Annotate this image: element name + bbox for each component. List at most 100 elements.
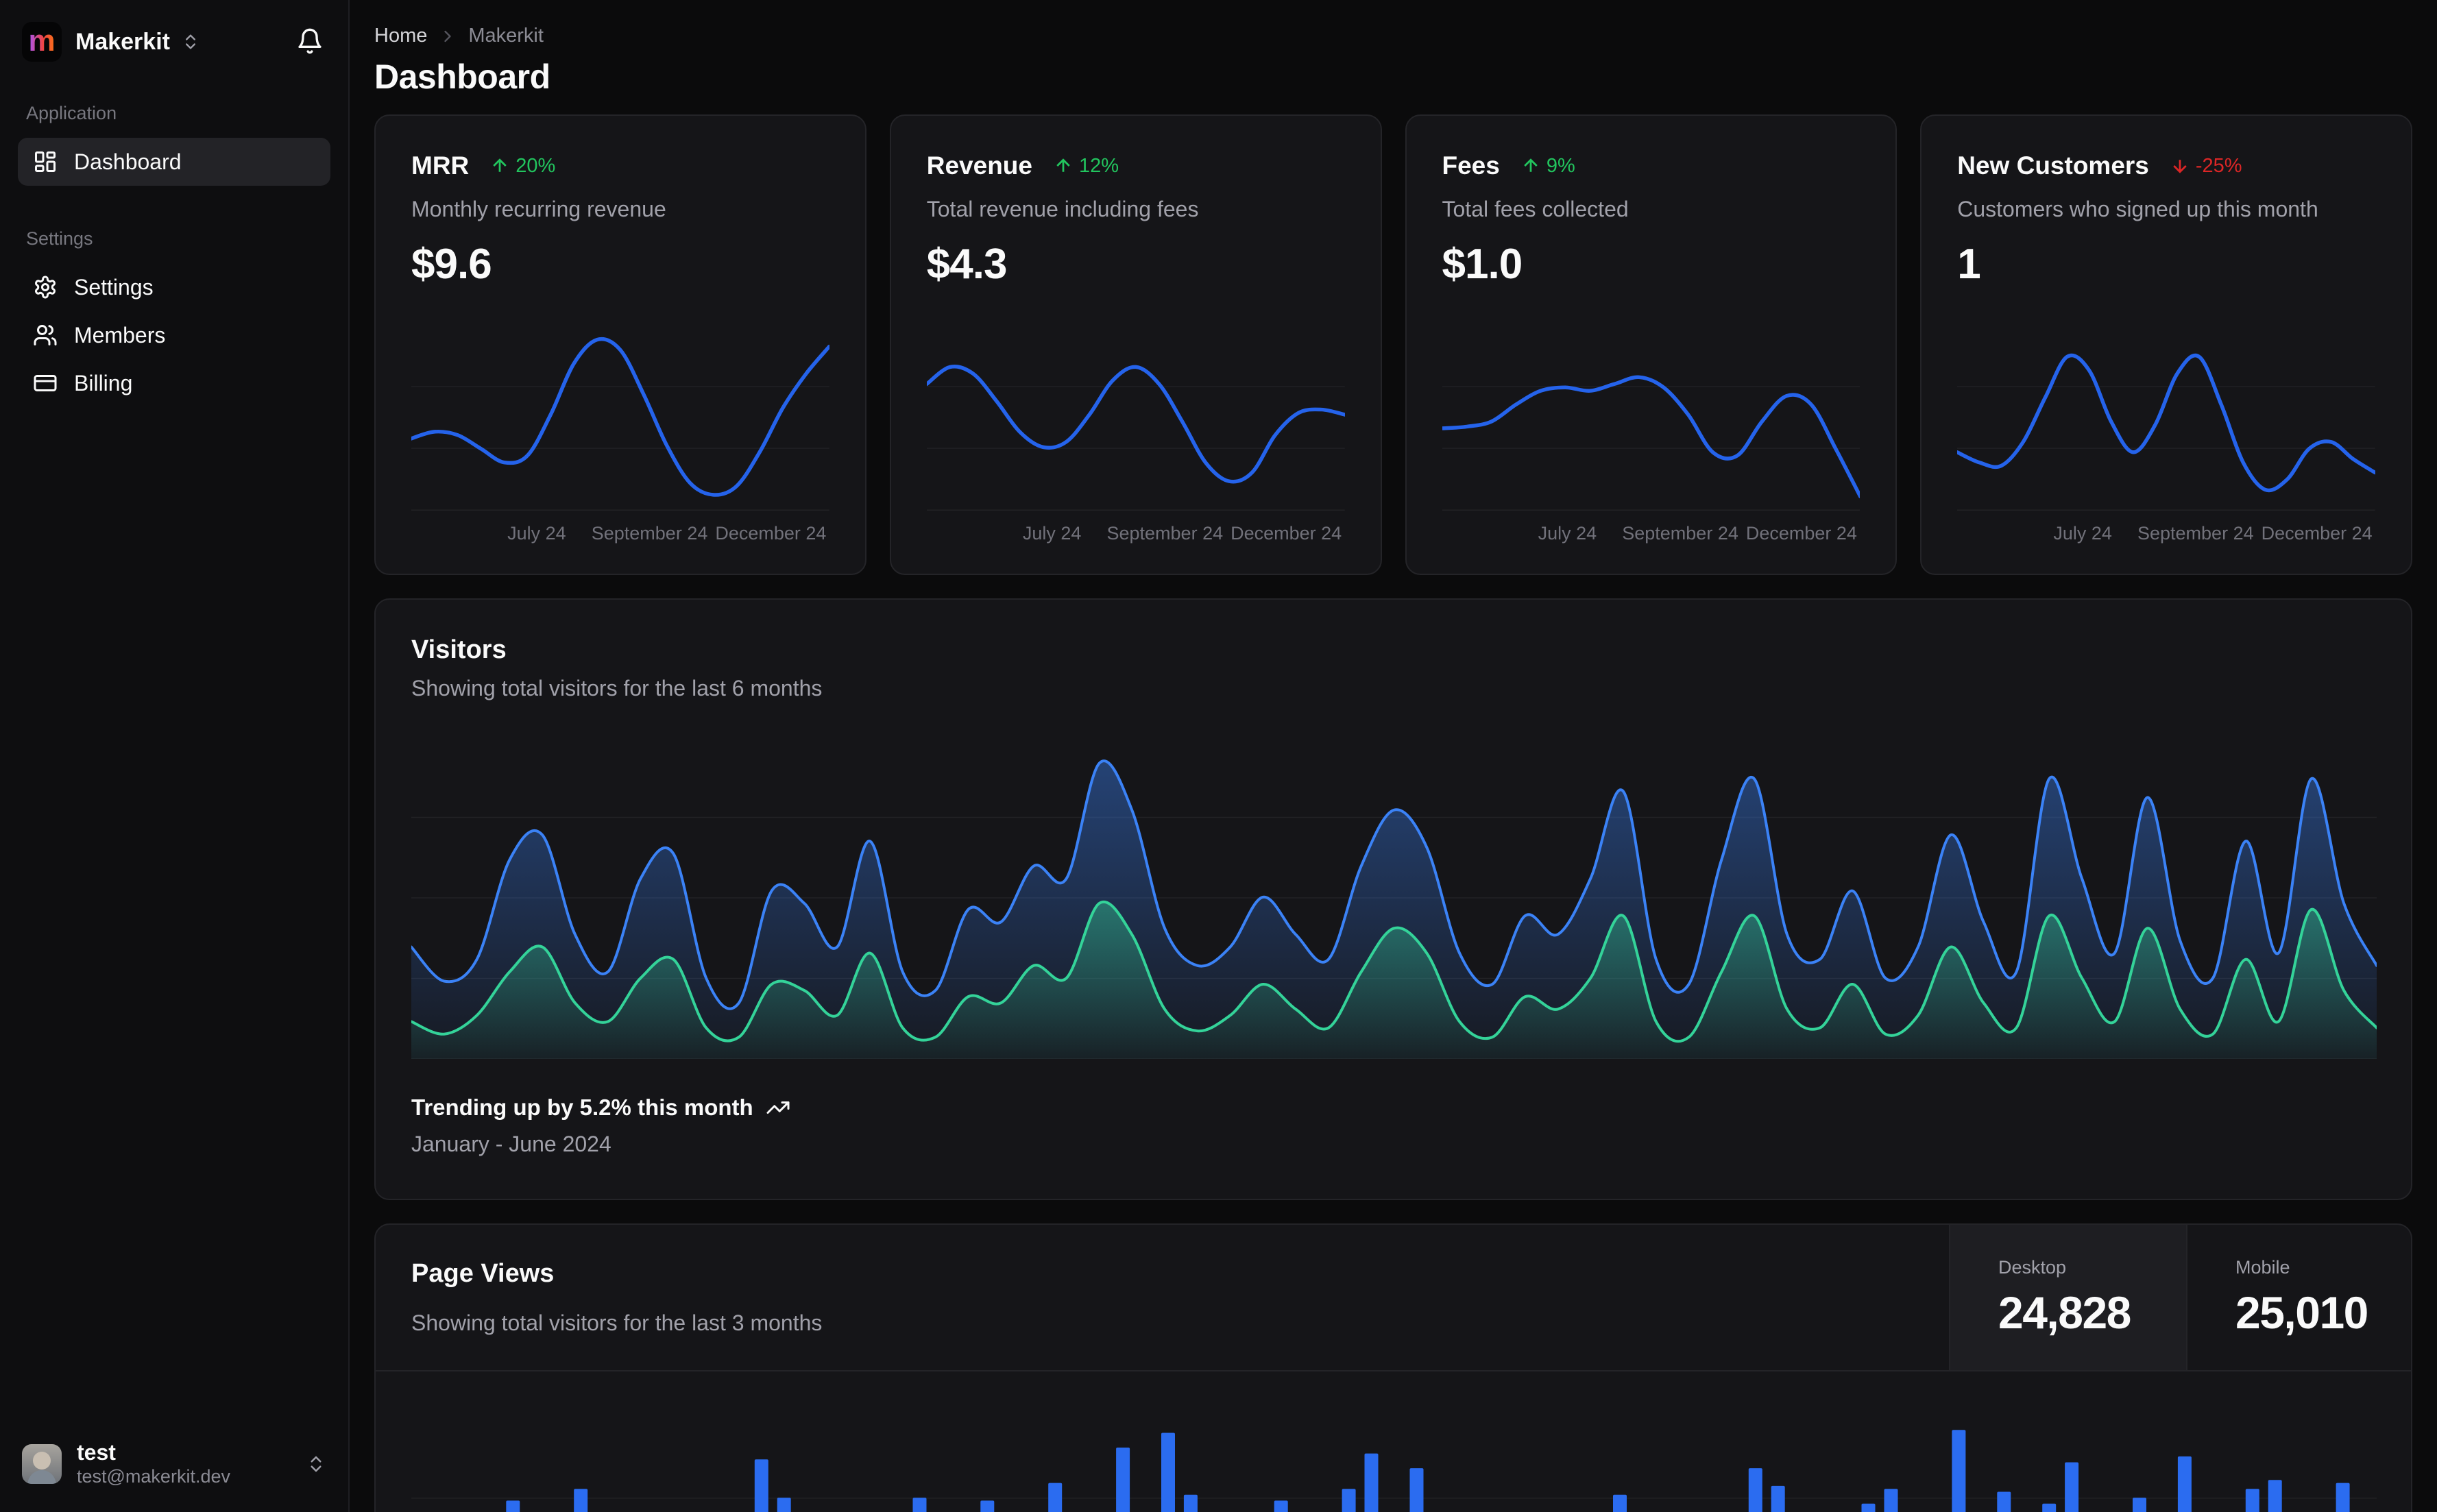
nav-group-label: Settings: [26, 228, 93, 249]
workspace-row: m Makerkit: [18, 21, 330, 63]
trend-badge: 20%: [489, 155, 555, 178]
sidebar-item-dashboard[interactable]: Dashboard: [18, 138, 330, 186]
avatar: [22, 1443, 62, 1484]
stat-card-mrr: MRR 20% Monthly recurring revenue $9.6 J…: [374, 114, 866, 575]
stat-value: 1: [1957, 241, 1980, 288]
user-name: test: [77, 1439, 116, 1465]
x-axis-labels: July 24 September 24 December 24: [1957, 523, 2375, 549]
makerkit-logo[interactable]: m: [22, 22, 62, 62]
makerkit-logo-glyph: m: [28, 25, 55, 58]
stat-title: MRR: [411, 151, 470, 180]
axis-label: December 24: [1230, 523, 1342, 544]
workspace-selector[interactable]: Makerkit: [75, 29, 200, 56]
axis-label: July 24: [1022, 523, 1082, 544]
breadcrumb-home[interactable]: Home: [374, 25, 427, 47]
axis-label: July 24: [507, 523, 566, 544]
sidebar-item-members[interactable]: Members: [18, 311, 330, 359]
stat-title: New Customers: [1957, 151, 2149, 180]
page-views-bar-chart: [376, 1371, 2411, 1512]
breadcrumb: Home Makerkit: [374, 25, 2412, 47]
notifications-button[interactable]: [293, 25, 326, 60]
axis-label: July 24: [1538, 523, 1597, 544]
axis-label: July 24: [2053, 523, 2112, 544]
x-axis-labels: July 24 September 24 December 24: [927, 523, 1345, 549]
stat-description: Total revenue including fees: [926, 197, 1199, 221]
arrow-up-icon: [493, 158, 507, 172]
sidebar-item-label: Settings: [74, 274, 154, 300]
user-menu[interactable]: test test@makerkit.dev: [18, 1434, 330, 1494]
toggle-label: Desktop: [1998, 1256, 2067, 1278]
visitors-footer: Trending up by 5.2% this month January -…: [411, 1095, 2375, 1157]
sidebar: m Makerkit Application Dashboard Setting…: [0, 0, 350, 1512]
stat-description: Customers who signed up this month: [1957, 197, 2318, 221]
x-axis-labels: July 24 September 24 December 24: [411, 523, 829, 549]
page-views-header: Page Views Showing total visitors for th…: [376, 1225, 2411, 1371]
sidebar-item-settings[interactable]: Settings: [18, 263, 330, 311]
axis-label: September 24: [2137, 523, 2254, 544]
chevron-right-icon: [438, 27, 457, 46]
x-axis-labels: July 24 September 24 December 24: [1442, 523, 1860, 549]
stat-title: Fees: [1442, 151, 1500, 180]
axis-label: December 24: [2261, 523, 2373, 544]
stat-value: $1.0: [1442, 241, 1523, 288]
page-views-title: Page Views: [411, 1259, 555, 1288]
stats-grid: MRR 20% Monthly recurring revenue $9.6 J…: [374, 114, 2412, 575]
trending-up-icon: [766, 1101, 790, 1114]
chevrons-up-down-icon: [311, 1456, 322, 1472]
user-email: test@makerkit.dev: [77, 1466, 230, 1487]
stat-card-new-customers: New Customers -25% Customers who signed …: [1920, 114, 2412, 575]
visitors-subtitle: Showing total visitors for the last 6 mo…: [411, 676, 823, 700]
visitors-area-chart: [411, 759, 2377, 1059]
axis-label: December 24: [1745, 523, 1857, 544]
stat-value: $9.6: [411, 241, 492, 288]
visitors-trend-text: Trending up by 5.2% this month: [411, 1095, 753, 1120]
users-icon: [34, 325, 57, 345]
visitors-title: Visitors: [411, 635, 507, 664]
arrow-up-icon: [1056, 158, 1070, 172]
dashboard-grid-icon: [35, 151, 56, 172]
main-content: Home Makerkit Dashboard MRR 20% Monthly …: [350, 0, 2437, 1512]
stat-description: Monthly recurring revenue: [411, 197, 666, 221]
sidebar-item-label: Billing: [74, 370, 133, 395]
credit-card-icon: [34, 375, 57, 391]
sparkline-chart: July 24 September 24 December 24: [926, 324, 1345, 549]
sidebar-nav: Application Dashboard Settings Settings …: [18, 63, 330, 407]
avatar-photo: [22, 1443, 62, 1484]
stat-value: $4.3: [926, 241, 1008, 288]
page-title: Dashboard: [374, 58, 550, 96]
nav-group-settings: Settings Settings Members Billing: [18, 228, 330, 407]
sidebar-item-label: Members: [74, 322, 166, 347]
trend-badge: -25%: [2170, 155, 2242, 178]
stat-description: Total fees collected: [1442, 197, 1629, 221]
arrow-up-icon: [1524, 158, 1538, 172]
toggle-desktop[interactable]: Desktop 24,828: [1949, 1225, 2186, 1370]
sidebar-item-billing[interactable]: Billing: [18, 359, 330, 407]
sparkline-chart: July 24 September 24 December 24: [411, 324, 829, 549]
axis-label: September 24: [1622, 523, 1738, 544]
visitors-date-range: January - June 2024: [411, 1132, 611, 1156]
toggle-mobile[interactable]: Mobile 25,010: [2186, 1225, 2411, 1370]
page-views-subtitle: Showing total visitors for the last 3 mo…: [411, 1310, 823, 1335]
stat-card-revenue: Revenue 12% Total revenue including fees…: [889, 114, 1382, 575]
axis-label: December 24: [715, 523, 827, 544]
toggle-value: 24,828: [1998, 1287, 2131, 1338]
toggle-label: Mobile: [2235, 1256, 2290, 1278]
gear-icon: [35, 276, 56, 299]
user-info: test test@makerkit.dev: [77, 1439, 230, 1489]
app-root: m Makerkit Application Dashboard Setting…: [0, 0, 2437, 1512]
nav-group-application: Application Dashboard: [18, 103, 330, 186]
stat-title: Revenue: [926, 151, 1032, 180]
sparkline-chart: July 24 September 24 December 24: [1442, 324, 1860, 549]
axis-label: September 24: [591, 523, 708, 544]
arrow-down-icon: [2173, 160, 2187, 173]
sparkline-chart: July 24 September 24 December 24: [1957, 324, 2375, 549]
sidebar-item-label: Dashboard: [74, 149, 182, 174]
trend-badge: 12%: [1053, 155, 1119, 178]
chevrons-up-down-icon: [185, 34, 195, 49]
axis-label: September 24: [1106, 523, 1224, 544]
bell-icon: [298, 28, 322, 53]
nav-group-label: Application: [26, 103, 117, 123]
device-toggles: Desktop 24,828 Mobile 25,010: [1949, 1225, 2411, 1370]
breadcrumb-current: Makerkit: [468, 25, 544, 47]
toggle-value: 25,010: [2235, 1287, 2368, 1338]
